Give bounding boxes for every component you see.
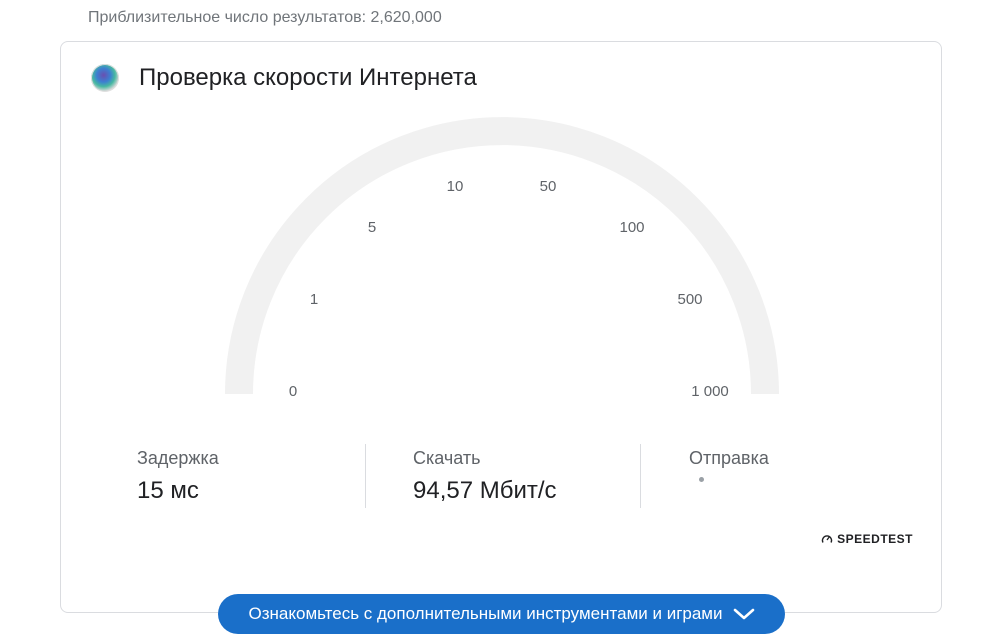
gauge-tick-500: 500 xyxy=(677,291,702,308)
upload-loading-dot xyxy=(699,477,704,482)
gauge-tick-1: 1 xyxy=(310,291,318,308)
more-tools-label: Ознакомьтесь с дополнительными инструмен… xyxy=(248,604,723,623)
gauge-tick-10: 10 xyxy=(447,178,464,195)
upload-label: Отправка xyxy=(689,448,769,468)
gauge-tick-5: 5 xyxy=(368,219,376,236)
speed-stats: Задержка 15 мс Скачать 94,57 Мбит/с Отпр… xyxy=(61,444,943,508)
results-count: Приблизительное число результатов: 2,620… xyxy=(88,9,442,26)
download-value: 94,57 Мбит/с xyxy=(413,477,557,504)
gauge-tick-0: 0 xyxy=(289,383,297,400)
latency-label: Задержка xyxy=(137,448,219,468)
download-label: Скачать xyxy=(413,448,481,468)
gauge-track xyxy=(225,117,779,395)
latency-stat: Задержка 15 мс xyxy=(137,444,219,505)
gauge-tick-50: 50 xyxy=(540,178,557,195)
upload-stat: Отправка xyxy=(689,444,769,482)
speedtest-brand[interactable]: SPEEDTEST xyxy=(821,532,913,546)
more-tools-button[interactable]: Ознакомьтесь с дополнительными инструмен… xyxy=(218,594,785,634)
gauge-tick-1000: 1 000 xyxy=(691,383,729,400)
speedometer-icon xyxy=(821,535,833,543)
gauge-tick-100: 100 xyxy=(619,219,644,236)
speed-test-card: Проверка скорости Интернета 0 1 5 10 50 … xyxy=(60,41,942,613)
latency-value: 15 мс xyxy=(137,477,199,504)
speed-gauge: 0 1 5 10 50 100 500 1 000 xyxy=(225,117,779,400)
stat-divider xyxy=(365,444,366,508)
stat-divider xyxy=(640,444,641,508)
chevron-down-icon xyxy=(733,608,754,620)
speedtest-brand-label: SPEEDTEST xyxy=(837,532,913,546)
download-stat: Скачать 94,57 Мбит/с xyxy=(413,444,557,505)
